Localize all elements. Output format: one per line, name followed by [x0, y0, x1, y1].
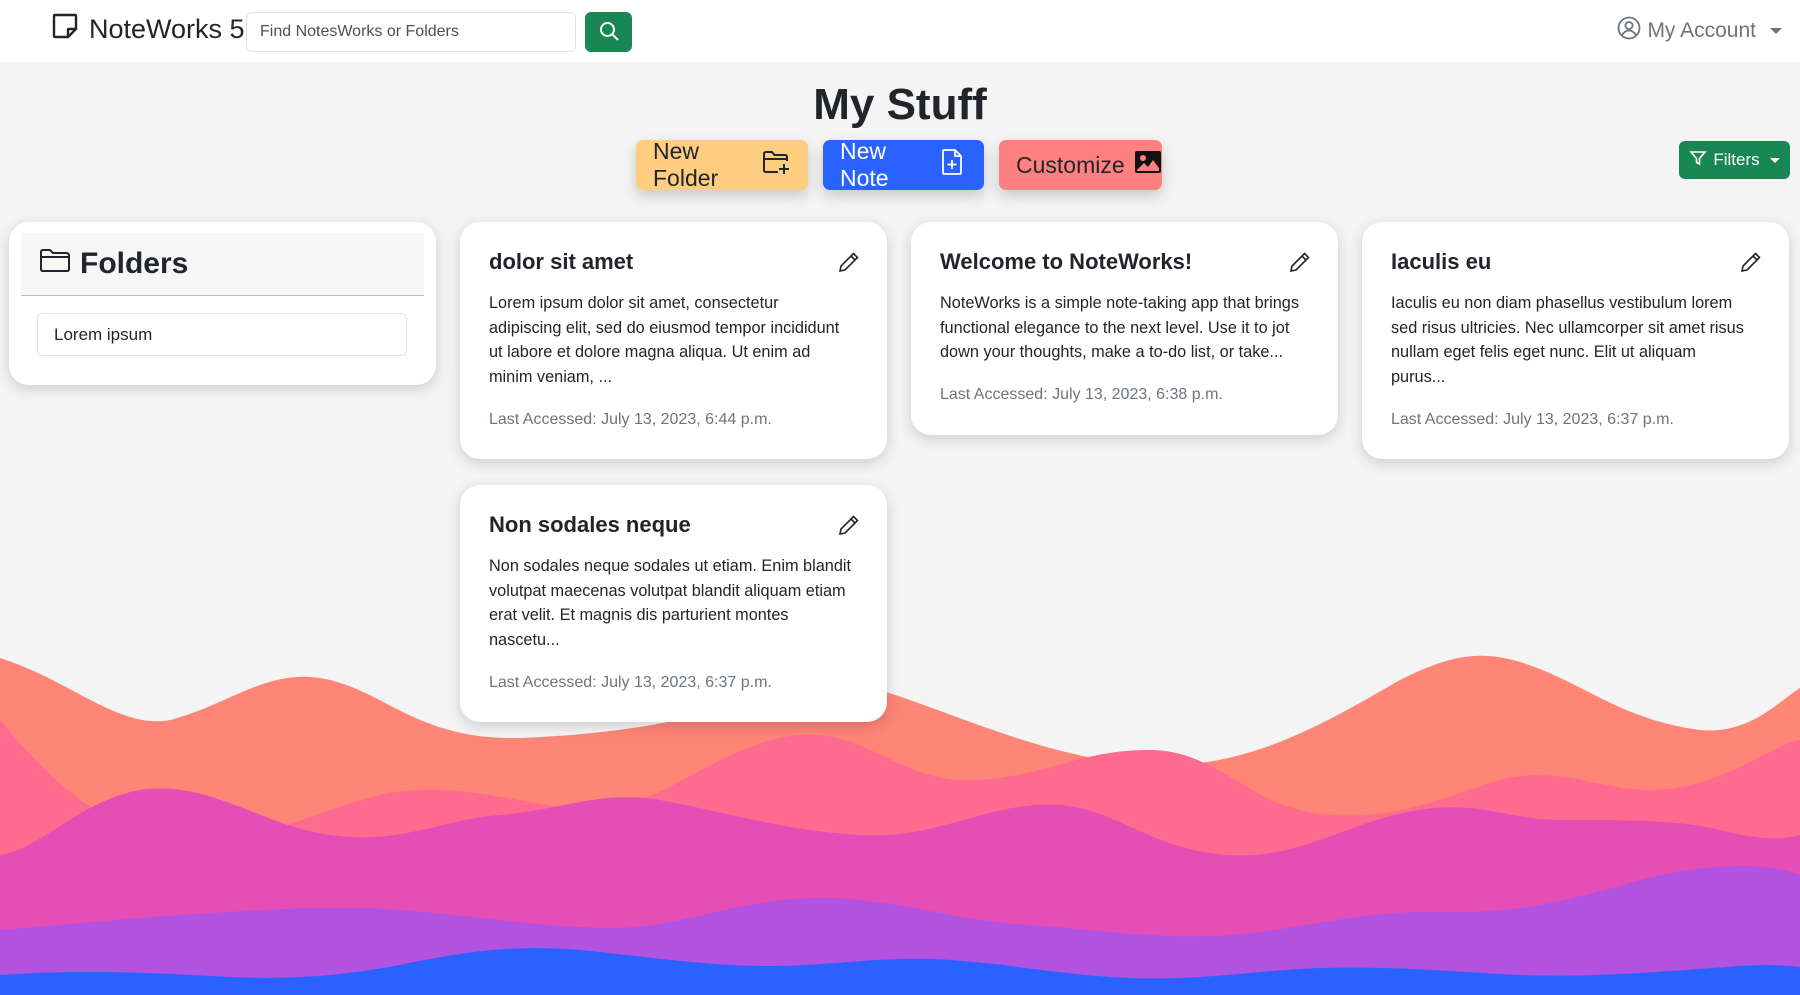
note-preview-line: adipiscing elit, sed do eiusmod tempor i…	[489, 318, 840, 337]
funnel-icon	[1689, 149, 1708, 172]
note-preview-line: nascetu...	[489, 631, 560, 650]
filters-dropdown-button[interactable]: Filters	[1679, 141, 1790, 179]
note-preview-line: ut labore et dolore magna aliqua. Ut eni…	[489, 343, 811, 362]
pencil-icon[interactable]	[837, 250, 861, 274]
note-preview: Iaculis eu non diam phasellus vestibulum…	[1391, 291, 1763, 390]
note-last-accessed: Last Accessed: July 13, 2023, 6:37 p.m.	[489, 674, 772, 691]
folder-plus-icon	[761, 147, 791, 183]
new-note-label: New Note	[840, 138, 889, 191]
customize-button[interactable]: Customize	[999, 140, 1162, 190]
top-navbar: NoteWorks 5 My Account	[0, 0, 1800, 62]
folders-header: Folders	[21, 233, 424, 296]
note-preview-line: sed risus ultricies. Nec ullamcorper sit…	[1391, 318, 1744, 337]
pencil-icon[interactable]	[1739, 250, 1763, 274]
pencil-icon[interactable]	[837, 513, 861, 537]
folder-item[interactable]: Lorem ipsum	[37, 313, 407, 356]
customize-label: Customize	[1016, 151, 1125, 178]
note-preview: NoteWorks is a simple note-taking app th…	[940, 291, 1312, 365]
note-preview-line: volutpat maecenas volutpat blandit aliqu…	[489, 581, 846, 600]
note-preview: Lorem ipsum dolor sit amet, consectetur …	[489, 291, 861, 390]
sticky-note-icon	[51, 12, 79, 47]
note-preview-line: nullam eget felis eget nunc. Elit ut ali…	[1391, 343, 1696, 362]
folders-panel: Folders Lorem ipsum	[9, 222, 436, 385]
note-preview-line: down your thoughts, make a to-do list, o…	[940, 343, 1283, 362]
account-label: My Account	[1647, 19, 1756, 42]
new-folder-label: New Folder	[653, 138, 719, 191]
note-last-accessed: Last Accessed: July 13, 2023, 6:44 p.m.	[489, 411, 772, 428]
note-card[interactable]: Non sodales neque Non sodales neque soda…	[460, 485, 887, 722]
note-preview-line: Lorem ipsum dolor sit amet, consectetur	[489, 294, 779, 312]
note-card[interactable]: Welcome to NoteWorks! NoteWorks is a sim…	[911, 222, 1338, 435]
account-dropdown[interactable]: My Account	[1617, 16, 1782, 46]
note-last-accessed: Last Accessed: July 13, 2023, 6:37 p.m.	[1391, 411, 1674, 428]
note-preview-line: Non sodales neque sodales ut etiam. Enim…	[489, 557, 852, 575]
note-preview-line: Iaculis eu non diam phasellus vestibulum…	[1391, 294, 1733, 312]
image-icon	[1133, 147, 1163, 183]
note-preview-line: NoteWorks is a simple note-taking app th…	[940, 294, 1299, 312]
chevron-down-icon	[1770, 28, 1782, 34]
brand-title: NoteWorks 5	[89, 13, 245, 44]
note-last-accessed: Last Accessed: July 13, 2023, 6:38 p.m.	[940, 386, 1223, 403]
note-preview-line: purus...	[1391, 368, 1446, 387]
pencil-icon[interactable]	[1288, 250, 1312, 274]
folders-heading: Folders	[80, 247, 189, 280]
note-card[interactable]: dolor sit amet Lorem ipsum dolor sit ame…	[460, 222, 887, 459]
note-title: Non sodales neque	[489, 512, 691, 537]
note-preview-line: erat velit. Et magnis dis parturient mon…	[489, 606, 789, 625]
folder-item-label: Lorem ipsum	[54, 324, 153, 344]
note-title: dolor sit amet	[489, 249, 634, 274]
folder-icon	[38, 243, 72, 285]
brand-link[interactable]: NoteWorks 5	[51, 13, 245, 45]
decorative-waves-background	[0, 655, 1800, 995]
note-card[interactable]: Iaculis eu Iaculis eu non diam phasellus…	[1362, 222, 1789, 459]
search-button[interactable]	[585, 12, 632, 52]
note-preview-line: functional elegance to the next level. U…	[940, 318, 1290, 337]
person-circle-icon	[1617, 16, 1641, 46]
new-folder-button[interactable]: New Folder	[636, 138, 808, 191]
note-title: Welcome to NoteWorks!	[940, 249, 1193, 274]
filters-label: Filters	[1713, 150, 1760, 169]
note-preview-line: minim veniam, ...	[489, 368, 613, 387]
file-plus-icon	[937, 147, 967, 183]
note-title: Iaculis eu	[1391, 249, 1492, 274]
search-input[interactable]	[246, 12, 576, 52]
note-preview: Non sodales neque sodales ut etiam. Enim…	[489, 554, 861, 653]
new-note-button[interactable]: New Note	[823, 138, 984, 191]
page-title: My Stuff	[813, 80, 987, 129]
chevron-down-icon	[1769, 157, 1780, 163]
search-icon	[598, 20, 620, 45]
